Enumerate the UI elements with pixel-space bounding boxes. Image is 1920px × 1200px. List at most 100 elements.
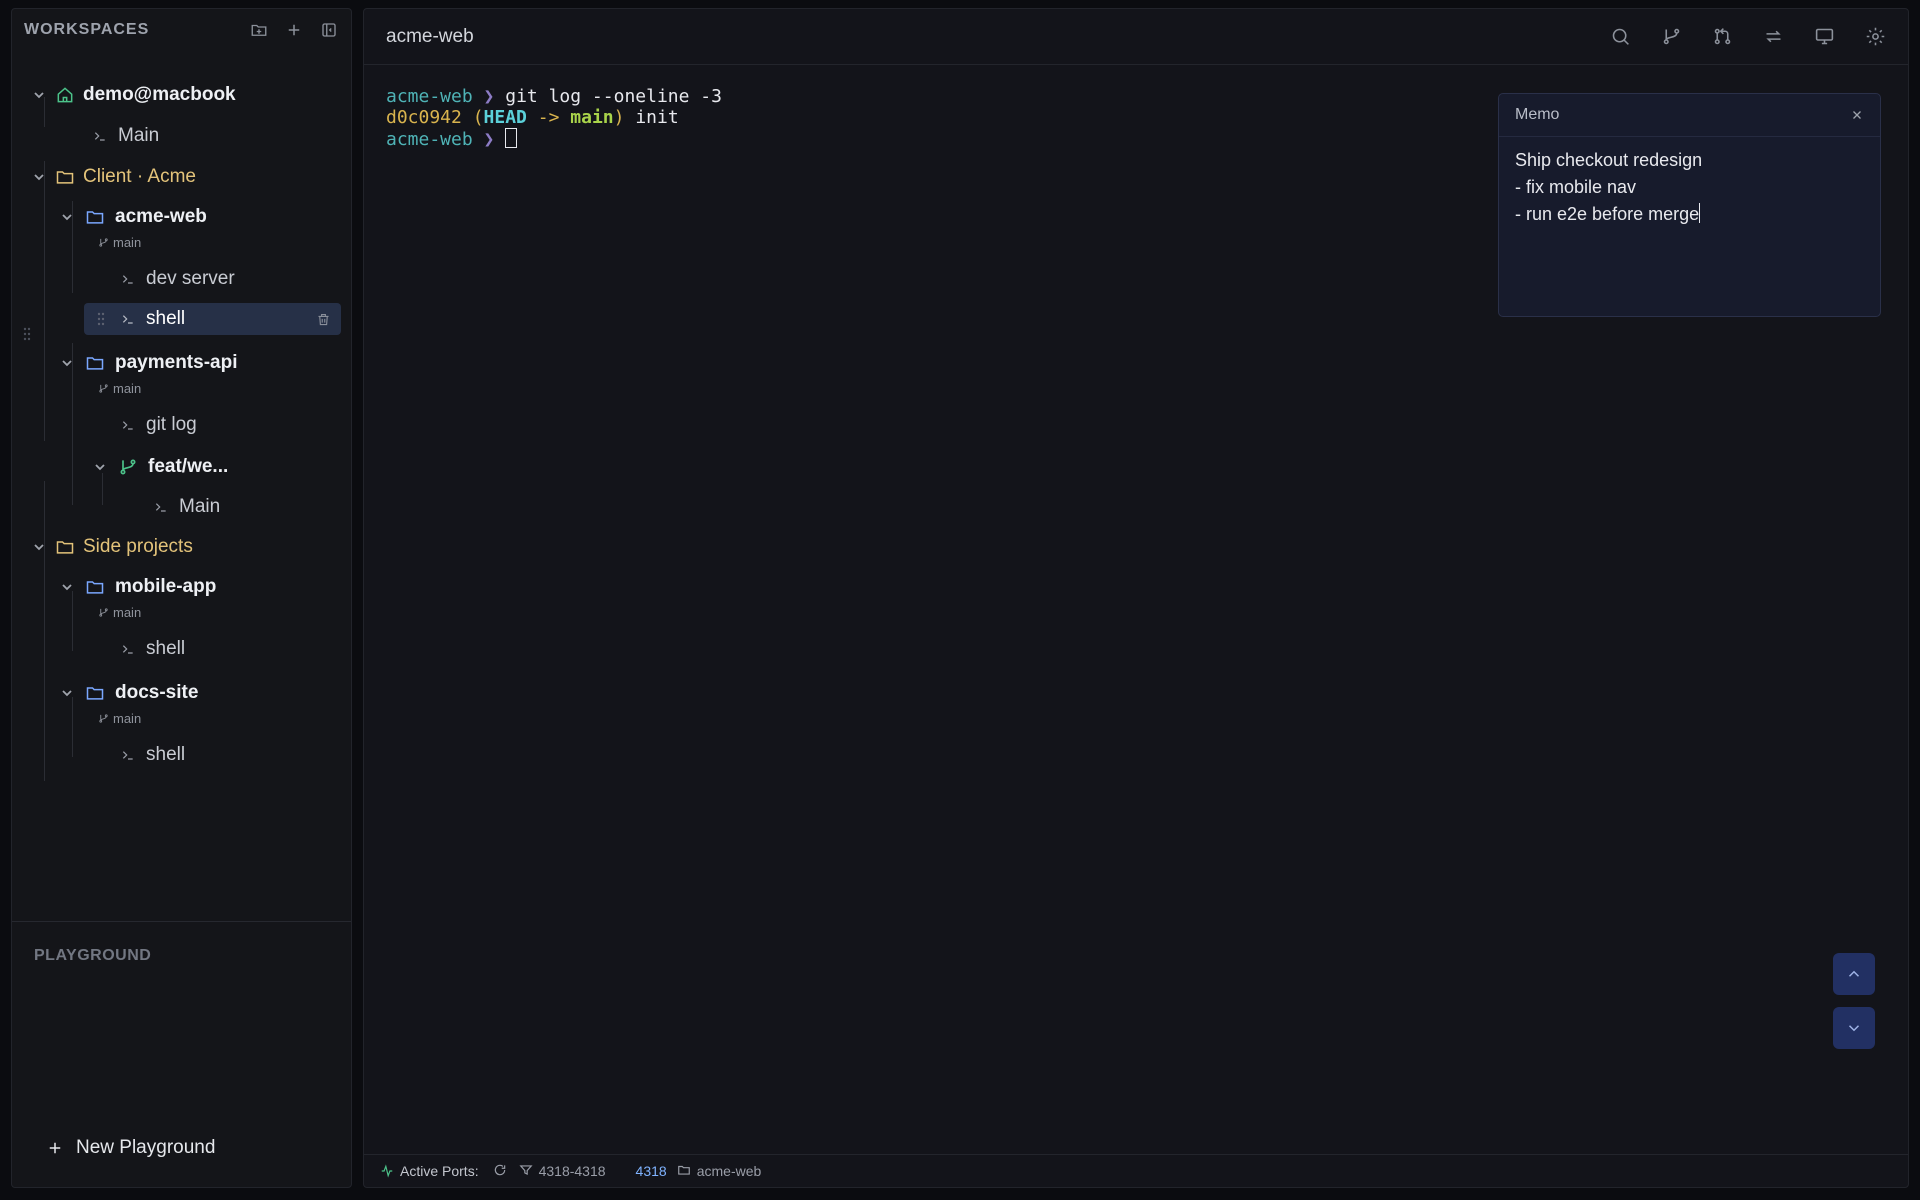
- tree-worktree-feat[interactable]: feat/we...: [12, 451, 351, 483]
- git-branch-icon: [99, 238, 108, 247]
- terminal-line: acme-web ❯ git log --oneline -3: [386, 86, 722, 107]
- playground-divider: [12, 921, 351, 922]
- add-icon[interactable]: [283, 20, 304, 41]
- port-number[interactable]: 4318: [636, 1163, 667, 1179]
- tree-terminal-shell-selected[interactable]: shell: [84, 303, 341, 335]
- folder-icon: [55, 167, 75, 187]
- git-branch-icon[interactable]: [1661, 26, 1682, 47]
- refresh-icon[interactable]: [493, 1163, 507, 1180]
- terminal-line: acme-web ❯: [386, 128, 722, 150]
- chevron-down-icon[interactable]: [92, 459, 108, 475]
- terminal-label: shell: [146, 638, 186, 659]
- tree-project-acme-web[interactable]: acme-web: [12, 201, 351, 233]
- resize-handle-icon[interactable]: [22, 326, 32, 342]
- chevron-down-icon[interactable]: [59, 209, 75, 225]
- memo-line: - run e2e before merge: [1515, 204, 1700, 224]
- tree-terminal-dev-server[interactable]: dev server: [12, 263, 351, 295]
- terminal-output[interactable]: acme-web ❯ git log --oneline -3 d0c0942 (…: [386, 86, 722, 150]
- branch-label: main: [113, 235, 142, 250]
- chevron-down-icon[interactable]: [31, 169, 47, 185]
- tree-terminal-git-log[interactable]: git log: [12, 409, 351, 441]
- terminal-prompt: acme-web: [386, 86, 473, 107]
- branch-label: main: [113, 605, 142, 620]
- home-icon: [55, 85, 75, 105]
- terminal-label: shell: [146, 308, 186, 329]
- terminal-label: dev server: [146, 268, 235, 289]
- pull-request-icon[interactable]: [1712, 26, 1733, 47]
- chevron-down-icon[interactable]: [59, 355, 75, 371]
- memo-line: Ship checkout redesign: [1515, 150, 1703, 170]
- terminal-icon: [120, 309, 136, 329]
- prompt-arrow: ❯: [483, 86, 495, 107]
- page-title: acme-web: [386, 25, 474, 47]
- tree-terminal-shell[interactable]: shell: [12, 633, 351, 665]
- drag-handle-icon[interactable]: [96, 311, 106, 327]
- folder-icon: [85, 353, 105, 373]
- tree-project-docs-site[interactable]: docs-site: [12, 677, 351, 709]
- tree-terminal-main[interactable]: Main: [12, 120, 351, 152]
- sync-icon[interactable]: [1763, 26, 1784, 47]
- port-range: 4318-4318: [538, 1163, 606, 1179]
- text-cursor: [1699, 203, 1701, 223]
- memo-line: - fix mobile nav: [1515, 177, 1637, 197]
- commit-message: init: [635, 107, 679, 128]
- tree-host-row[interactable]: demo@macbook: [12, 79, 351, 111]
- chevron-down-icon[interactable]: [31, 87, 47, 103]
- project-label: mobile-app: [115, 576, 217, 597]
- terminal-prompt: acme-web: [386, 129, 473, 150]
- tree-guide: [44, 481, 45, 781]
- chevron-down-icon[interactable]: [59, 685, 75, 701]
- chevron-up-icon: [1848, 970, 1860, 977]
- memo-textarea[interactable]: Ship checkout redesign - fix mobile nav - …: [1499, 137, 1880, 238]
- memo-header: Memo: [1499, 94, 1880, 137]
- new-playground-button[interactable]: New Playground: [46, 1137, 215, 1159]
- terminal-icon: [120, 269, 136, 289]
- tree-group-side-projects[interactable]: Side projects: [12, 531, 351, 563]
- folder-icon: [85, 683, 105, 703]
- folder-icon: [55, 537, 75, 557]
- sidebar-title: WORKSPACES: [24, 21, 150, 38]
- tree-group-client-acme[interactable]: Client · Acme: [12, 161, 351, 193]
- tree-terminal-shell[interactable]: shell: [12, 739, 351, 771]
- new-folder-icon[interactable]: [248, 20, 269, 41]
- commit-pointer: ->: [537, 107, 560, 128]
- scroll-up-button[interactable]: [1833, 953, 1875, 995]
- project-label: docs-site: [115, 682, 199, 703]
- terminal-label: git log: [146, 414, 197, 435]
- scroll-down-button[interactable]: [1833, 1007, 1875, 1049]
- terminal-cursor: [505, 128, 518, 148]
- toolbar: [1610, 26, 1886, 47]
- tree-project-payments-api[interactable]: payments-api: [12, 347, 351, 379]
- terminal-command: git log --oneline -3: [505, 86, 722, 107]
- commit-head: HEAD: [483, 107, 527, 128]
- folder-icon: [85, 577, 105, 597]
- branch-indicator: main: [98, 605, 141, 620]
- terminal-icon: [120, 415, 136, 435]
- search-icon[interactable]: [1610, 26, 1631, 47]
- monitor-icon[interactable]: [1814, 26, 1835, 47]
- plus-icon: [49, 1142, 61, 1154]
- close-icon[interactable]: [1850, 108, 1864, 122]
- active-ports-label: Active Ports:: [400, 1163, 479, 1179]
- main-panel: acme-web acme-web ❯ git log --oneline -3…: [363, 8, 1909, 1188]
- tree-project-mobile-app[interactable]: mobile-app: [12, 571, 351, 603]
- sidebar-header: WORKSPACES: [12, 9, 351, 51]
- folder-icon: [677, 1163, 691, 1180]
- folder-icon: [85, 207, 105, 227]
- trash-icon[interactable]: [315, 309, 331, 329]
- branch-indicator: main: [98, 711, 141, 726]
- terminal-label: shell: [146, 744, 186, 765]
- prompt-arrow: ❯: [483, 129, 495, 150]
- chevron-down-icon[interactable]: [31, 539, 47, 555]
- terminal-icon: [153, 497, 169, 517]
- project-label: acme-web: [115, 206, 207, 227]
- filter-icon[interactable]: [519, 1163, 533, 1180]
- chevron-down-icon[interactable]: [59, 579, 75, 595]
- terminal-icon: [120, 639, 136, 659]
- worktree-label: feat/we...: [148, 456, 229, 477]
- gear-icon[interactable]: [1865, 26, 1886, 47]
- activity-icon: [381, 1164, 393, 1178]
- tree-terminal-worktree-main[interactable]: Main: [12, 491, 351, 523]
- sidebar: WORKSPACES demo@macbook Main Client · Ac…: [11, 8, 352, 1188]
- collapse-sidebar-icon[interactable]: [318, 20, 339, 41]
